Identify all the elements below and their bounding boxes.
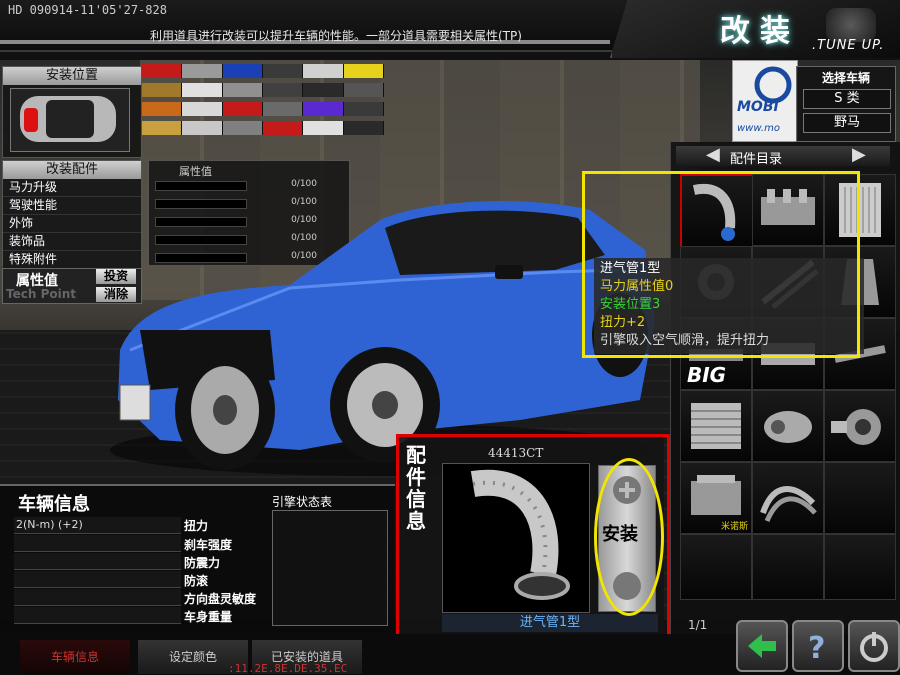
exit-button[interactable] — [848, 620, 900, 672]
color-palette-row — [142, 121, 384, 135]
color-swatch[interactable] — [343, 83, 384, 97]
back-button[interactable] — [736, 620, 788, 672]
color-swatch[interactable] — [142, 64, 183, 78]
svg-text:MOBI: MOBI — [737, 99, 779, 115]
catalog-item-headers[interactable] — [752, 462, 824, 534]
car-topview-window-icon — [46, 100, 94, 138]
vehicle-info-value — [14, 607, 181, 624]
hint-text: 利用道具进行改装可以提升车辆的性能。一部分道具需要相关属性(TP) — [150, 29, 522, 43]
svg-text:www.mo: www.mo — [737, 123, 780, 134]
engine-status-chart — [272, 510, 388, 626]
catalog-item-turbo[interactable] — [824, 390, 896, 462]
color-palette-row — [142, 102, 384, 116]
color-swatch[interactable] — [343, 102, 384, 116]
power-icon — [860, 632, 888, 662]
stat-label-torque: 扭力 — [184, 519, 209, 533]
color-palette — [142, 64, 384, 142]
catalog-page-indicator: 1/1 — [688, 618, 708, 632]
vehicle-model-button[interactable]: 野马 — [803, 113, 891, 133]
color-swatch[interactable] — [262, 102, 304, 116]
vehicle-info-value: 2(N-m) (+2) — [14, 517, 181, 534]
color-swatch[interactable] — [142, 83, 183, 97]
color-swatch[interactable] — [182, 121, 223, 135]
catalog-item-empty[interactable] — [680, 534, 752, 600]
vehicle-info-value — [14, 535, 181, 552]
turbo-icon — [831, 409, 881, 445]
tab-vehicle-info[interactable]: 车辆信息 — [20, 640, 130, 674]
stat-label-suspension: 防震力 — [184, 556, 221, 570]
page-title: 改装 — [720, 14, 800, 49]
catalog-item-engine-block[interactable]: 米诺斯 — [680, 462, 752, 534]
color-swatch[interactable] — [262, 121, 304, 135]
brand-label-minos: 米诺斯 — [721, 522, 749, 532]
color-swatch[interactable] — [222, 121, 263, 135]
svg-text:?: ? — [808, 631, 825, 666]
stat-label-steering: 方向盘灵敏度 — [184, 592, 257, 606]
color-swatch[interactable] — [303, 102, 344, 116]
game-logo-icon — [826, 8, 876, 42]
catalog-title: 配件目录 — [730, 152, 783, 167]
color-swatch[interactable] — [343, 121, 384, 135]
vehicle-info-title: 车辆信息 — [18, 494, 90, 515]
vehicle-select-panel: 选择车辆 S 类 野马 — [796, 66, 896, 142]
stat-label-brake: 刹车强度 — [184, 538, 233, 552]
help-button[interactable]: ? — [792, 620, 844, 672]
vehicle-info-value — [14, 553, 181, 570]
install-position-label: 安装位置 — [3, 67, 141, 85]
install-position-marker — [24, 108, 38, 132]
arrow-left-icon — [748, 634, 776, 658]
vehicle-info-value — [14, 571, 181, 588]
color-swatch[interactable] — [142, 121, 183, 135]
engine-status-title: 引擎状态表 — [272, 495, 333, 509]
color-swatch[interactable] — [182, 64, 223, 78]
sponsor-banner: MOBI www.mo — [732, 60, 798, 142]
color-swatch[interactable] — [142, 102, 183, 116]
brand-label-big: BIG — [687, 363, 727, 387]
catalog-item-supercharger[interactable] — [752, 390, 824, 462]
color-swatch[interactable] — [222, 83, 263, 97]
vehicle-select-title: 选择车辆 — [821, 71, 870, 85]
color-swatch[interactable] — [262, 83, 304, 97]
sponsor-logo-icon: MOBI www.mo — [737, 66, 792, 134]
highlight-box-red — [396, 434, 670, 656]
catalog-prev-icon[interactable]: ◀ — [706, 144, 720, 165]
question-icon: ? — [808, 631, 825, 666]
catalog-item-empty[interactable] — [824, 534, 896, 600]
catalog-item-oil-cooler[interactable]: BIG — [680, 363, 752, 462]
color-swatch[interactable] — [182, 102, 223, 116]
supercharger-icon — [764, 411, 812, 443]
oil-cooler-icon — [691, 403, 741, 449]
version-text: HD 090914-11'05'27-828 — [8, 3, 167, 17]
exhaust-headers-icon — [760, 486, 817, 523]
vehicle-info-value — [14, 589, 181, 606]
highlight-box-yellow — [582, 171, 860, 358]
color-swatch[interactable] — [222, 64, 263, 78]
color-swatch[interactable] — [343, 64, 384, 78]
catalog-next-icon[interactable]: ▶ — [852, 144, 866, 165]
stat-label-weight: 车身重量 — [184, 610, 233, 624]
page-subtitle: .TUNE UP. — [812, 38, 885, 53]
color-swatch[interactable] — [182, 83, 223, 97]
vehicle-class-button[interactable]: S 类 — [803, 89, 891, 109]
debug-text: :11.2E.8E.DE.35.EC — [228, 662, 348, 675]
color-swatch[interactable] — [222, 102, 263, 116]
color-palette-row — [142, 83, 384, 97]
color-swatch[interactable] — [262, 64, 304, 78]
parts-category-title: 改装配件 — [3, 161, 141, 179]
stat-label-anti-roll: 防滚 — [184, 574, 209, 588]
attribute-title: 属性值 — [179, 165, 212, 178]
color-swatch[interactable] — [303, 83, 344, 97]
tech-point-subtitle: Tech Point — [6, 287, 76, 301]
catalog-item-empty[interactable] — [824, 462, 896, 534]
catalog-item-empty[interactable] — [752, 534, 824, 600]
color-swatch[interactable] — [303, 121, 344, 135]
color-swatch[interactable] — [303, 64, 344, 78]
color-palette-row — [142, 64, 384, 78]
